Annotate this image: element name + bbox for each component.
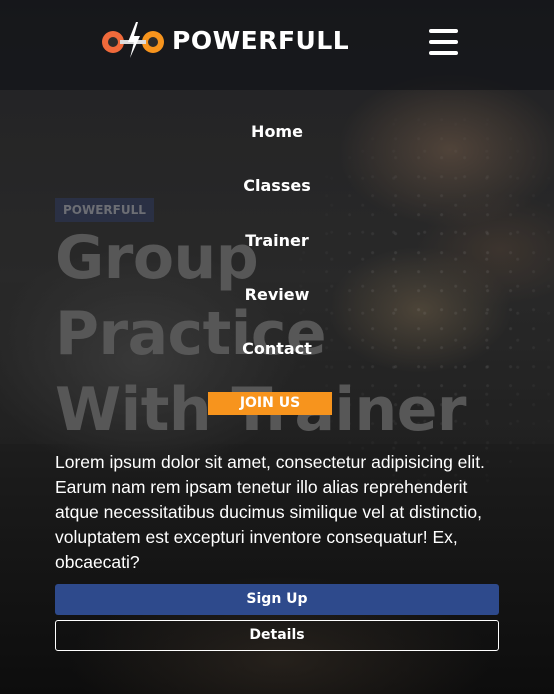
join-us-button[interactable]: JOIN US bbox=[208, 392, 332, 415]
site-header: POWERFULL bbox=[0, 0, 554, 90]
mobile-nav-menu bbox=[0, 90, 554, 444]
nav-item-trainer[interactable]: Trainer bbox=[0, 231, 554, 250]
hamburger-icon[interactable] bbox=[429, 29, 458, 55]
nav-item-contact[interactable]: Contact bbox=[0, 339, 554, 358]
dumbbell-bolt-icon bbox=[102, 22, 164, 58]
nav-item-review[interactable]: Review bbox=[0, 285, 554, 304]
details-button[interactable]: Details bbox=[55, 620, 499, 651]
hero-description: Lorem ipsum dolor sit amet, consectetur … bbox=[55, 452, 485, 572]
brand-name: POWERFULL bbox=[172, 25, 350, 55]
brand-logo[interactable]: POWERFULL bbox=[100, 20, 349, 60]
sign-up-button[interactable]: Sign Up bbox=[55, 584, 499, 615]
nav-item-home[interactable]: Home bbox=[0, 122, 554, 141]
nav-item-classes[interactable]: Classes bbox=[0, 176, 554, 195]
